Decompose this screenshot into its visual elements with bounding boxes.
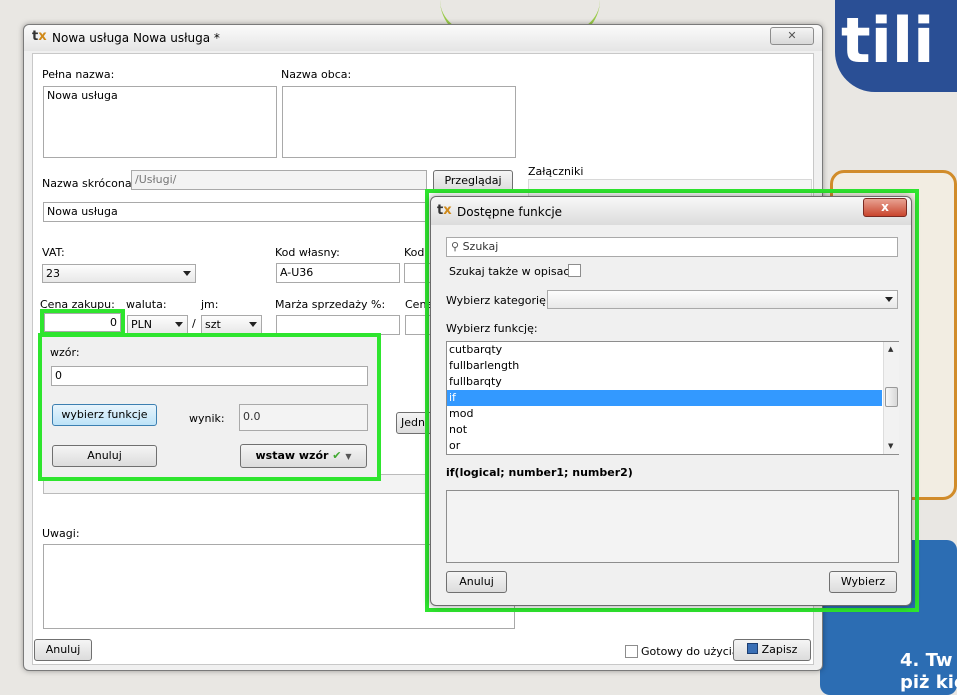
checkmark-icon: ✔ (332, 449, 342, 462)
vat-label: VAT: (42, 246, 65, 259)
foreign-name-label: Nazwa obca: (281, 68, 352, 81)
vat-select[interactable]: 23 (42, 264, 196, 283)
background-logo: tili (835, 0, 957, 92)
chevron-down-icon (249, 322, 257, 327)
app-icon: tx (437, 203, 452, 218)
ready-checkbox[interactable] (625, 645, 638, 658)
function-list[interactable]: cutbarqty fullbarlength fullbarqty if mod not… (446, 341, 899, 455)
notes-label: Uwagi: (42, 527, 80, 540)
code-label: Kod (404, 246, 425, 259)
ready-label: Gotowy do użycia (641, 645, 739, 658)
save-label: Zapisz (761, 643, 798, 656)
category-label: Wybierz kategorię: (446, 294, 550, 307)
dialog-close-button[interactable]: x (863, 198, 907, 217)
margin-input[interactable] (276, 315, 400, 335)
function-list-item[interactable]: or (447, 438, 882, 454)
result-label: wynik: (189, 412, 225, 425)
currency-value: PLN (131, 318, 152, 331)
search-input[interactable]: ⚲ Szukaj (446, 237, 898, 257)
function-description (446, 490, 899, 563)
own-code-label: Kod własny: (275, 246, 340, 259)
function-list-item[interactable]: mod (447, 406, 882, 422)
app-icon: tx (32, 29, 47, 44)
function-list-item[interactable]: cutbarqty (447, 342, 882, 358)
category-select[interactable] (547, 290, 898, 309)
full-name-label: Pełna nazwa: (42, 68, 115, 81)
currency-select[interactable]: PLN (127, 315, 188, 334)
short-name-path: /Usługi/ (131, 170, 427, 190)
attachments-label: Załączniki (528, 165, 584, 178)
margin-label: Marża sprzedaży %: (275, 298, 386, 311)
select-function-button[interactable]: Wybierz (829, 571, 897, 593)
dialog-titlebar: tx Dostępne funkcje x (431, 197, 911, 225)
chevron-down-icon (885, 297, 893, 302)
close-icon: x (881, 200, 889, 214)
foreign-name-input[interactable] (282, 86, 516, 158)
function-list-item[interactable]: not (447, 422, 882, 438)
unit-value: szt (205, 318, 221, 331)
chevron-down-icon (175, 322, 183, 327)
purchase-price-input[interactable]: 0 (44, 313, 121, 332)
short-name-label: Nazwa skrócona: (42, 177, 136, 190)
close-icon: ✕ (787, 29, 797, 42)
search-in-descriptions-checkbox[interactable] (568, 264, 581, 277)
function-list-item[interactable]: if (447, 390, 882, 406)
function-signature: if(logical; number1; number2) (446, 466, 633, 479)
scrollbar-thumb[interactable] (885, 387, 898, 407)
insert-formula-label: wstaw wzór (255, 449, 329, 462)
unit-separator: / (192, 317, 196, 330)
formula-input[interactable]: 0 (51, 366, 368, 386)
scroll-down-icon[interactable]: ▼ (888, 442, 893, 450)
search-in-descriptions-label: Szukaj także w opisach: (449, 265, 581, 278)
short-name-input[interactable]: Nowa usługa (43, 202, 427, 222)
functions-dialog: tx Dostępne funkcje x ⚲ Szukaj Szukaj ta… (430, 196, 912, 606)
function-list-item[interactable]: fullbarqty (447, 374, 882, 390)
function-list-item[interactable]: fullbarlength (447, 358, 882, 374)
vat-value: 23 (46, 267, 60, 280)
currency-label: waluta: (126, 298, 167, 311)
window-title: Nowa usługa Nowa usługa * (52, 31, 220, 45)
close-button[interactable]: ✕ (770, 27, 814, 45)
function-list-scrollbar[interactable]: ▲ ▼ (883, 342, 899, 454)
full-name-input[interactable]: Nowa usługa (43, 86, 277, 158)
save-icon (746, 643, 758, 654)
scroll-up-icon[interactable]: ▲ (888, 345, 893, 353)
unit-label: jm: (201, 298, 219, 311)
search-placeholder: Szukaj (462, 240, 499, 253)
result-value: 0.0 (239, 404, 368, 431)
own-code-input[interactable]: A-U36 (276, 263, 400, 283)
function-label: Wybierz funkcję: (446, 322, 538, 335)
unit-select[interactable]: szt (201, 315, 262, 334)
insert-formula-button[interactable]: wstaw wzór ✔ ▼ (240, 444, 367, 468)
cancel-button[interactable]: Anuluj (34, 639, 92, 661)
choose-functions-button[interactable]: wybierz funkcje (52, 404, 157, 426)
chevron-down-icon: ▼ (345, 452, 352, 461)
chevron-down-icon (183, 271, 191, 276)
formula-cancel-button[interactable]: Anuluj (52, 445, 157, 467)
formula-label: wzór: (50, 346, 80, 359)
search-icon: ⚲ (451, 240, 460, 253)
main-titlebar: tx Nowa usługa Nowa usługa * ✕ (24, 25, 822, 51)
dialog-cancel-button[interactable]: Anuluj (446, 571, 507, 593)
formula-popup: wzór: 0 wybierz funkcje wynik: 0.0 Anulu… (38, 333, 381, 481)
background-text: 4. Tw piż kied (900, 650, 957, 693)
dialog-title: Dostępne funkcje (457, 205, 563, 219)
save-button[interactable]: Zapisz (733, 639, 811, 661)
